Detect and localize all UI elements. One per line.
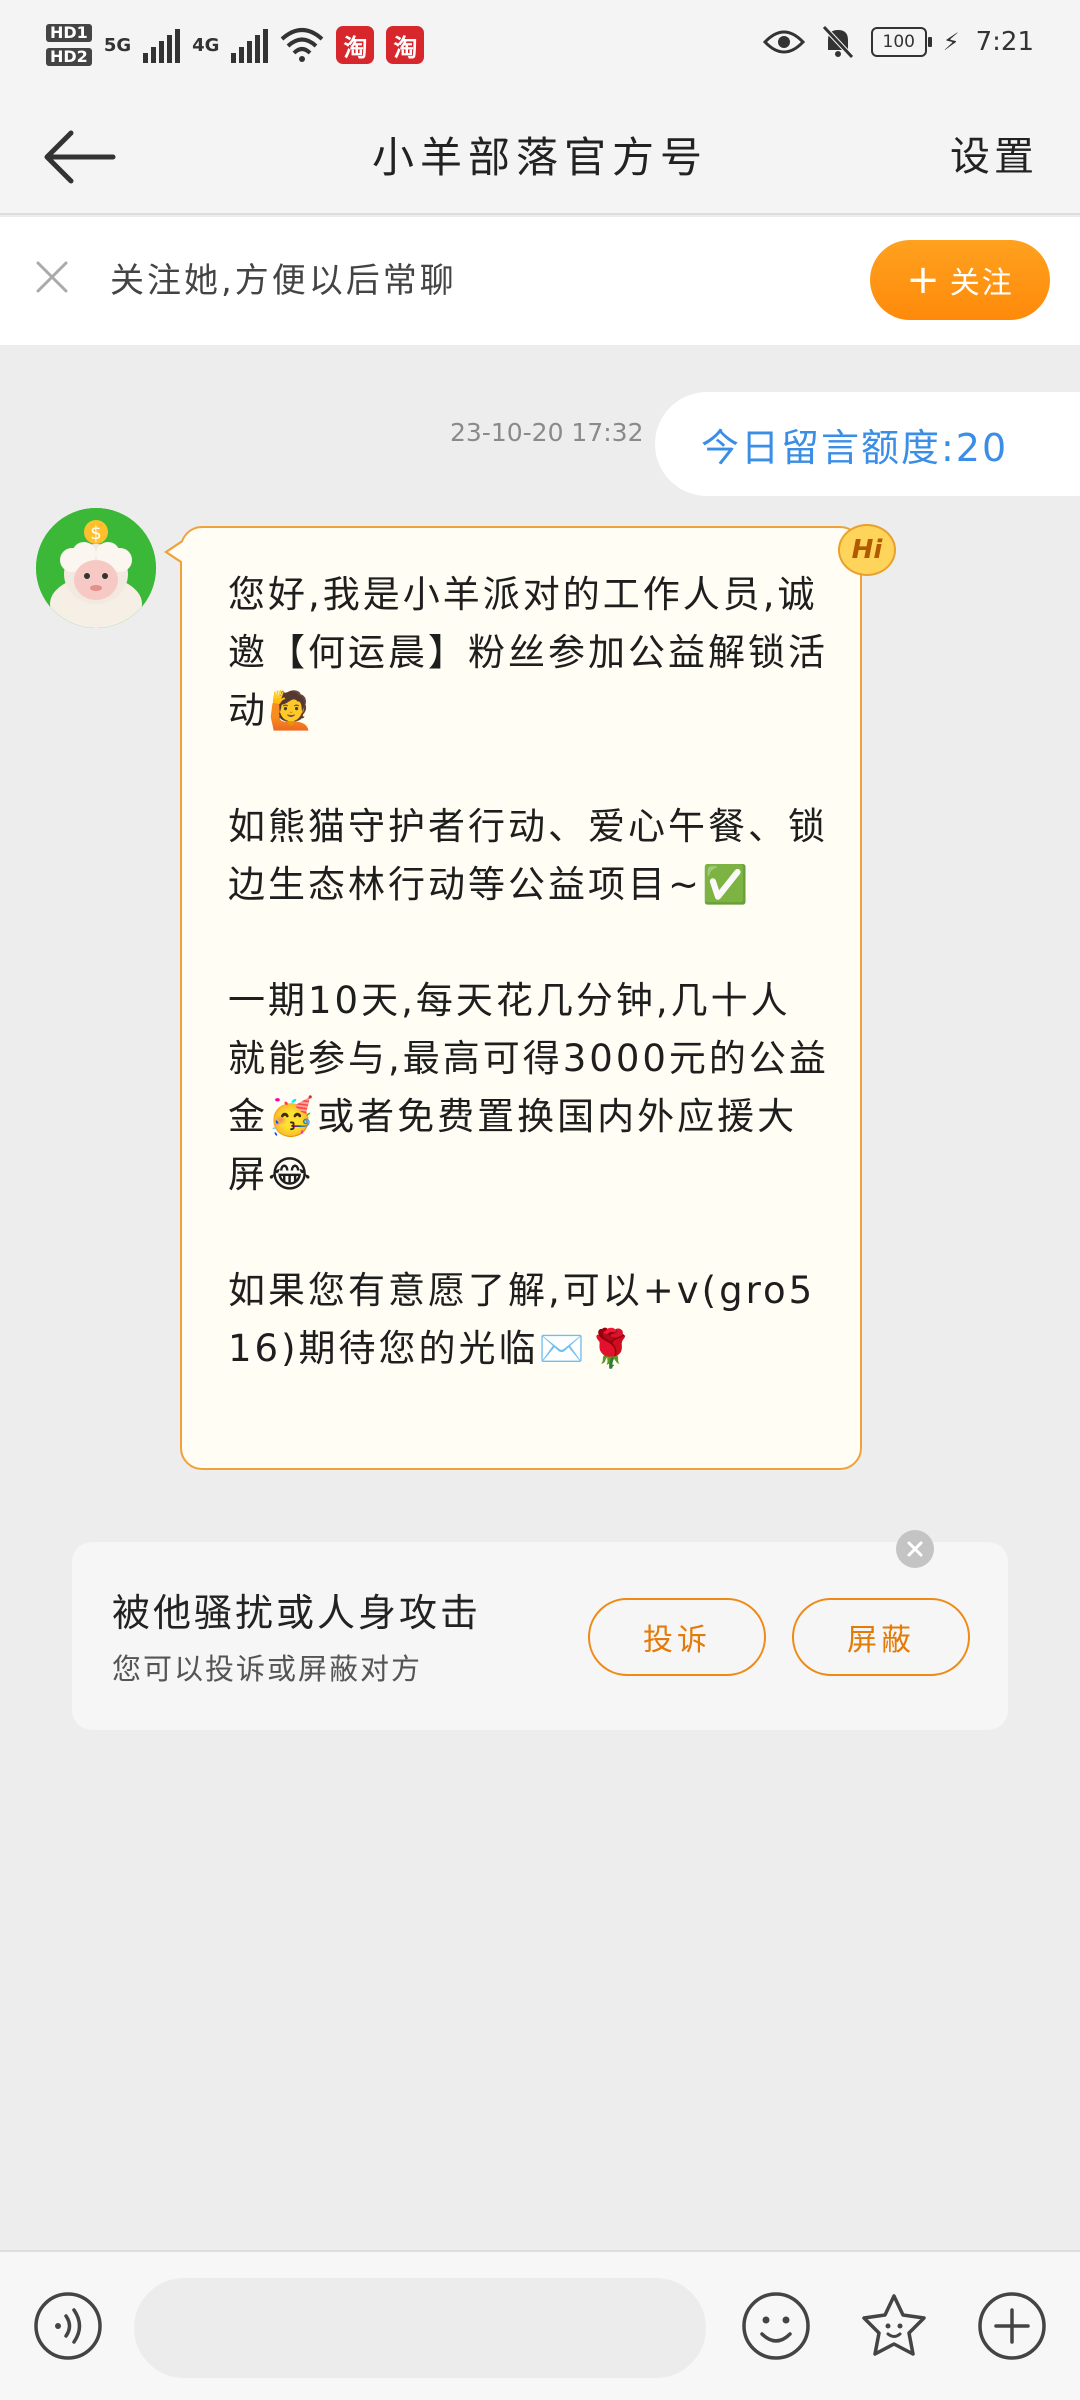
- message-input[interactable]: [134, 2278, 706, 2378]
- card-close-button[interactable]: [896, 1530, 934, 1568]
- harass-report-card: 被他骚扰或人身攻击 您可以投诉或屏蔽对方 投诉 屏蔽: [72, 1542, 1008, 1730]
- follow-prompt-text: 关注她,方便以后常聊: [110, 261, 457, 301]
- wifi-icon: [281, 28, 324, 62]
- taobao-app-icon: 淘: [336, 26, 375, 64]
- message-bubble: 您好,我是小羊派对的工作人员,诚邀【何运晨】粉丝参加公益解锁活动🙋 如熊猫守护者…: [164, 526, 862, 1470]
- sheep-avatar-image: $: [36, 508, 156, 628]
- signal-icon: [143, 27, 181, 63]
- hd-indicator: HD1 HD2: [46, 24, 92, 66]
- status-left: HD1 HD2 5G 4G 淘 淘: [46, 24, 425, 66]
- eye-icon: [762, 30, 805, 54]
- follow-button[interactable]: + 关注: [870, 240, 1050, 320]
- avatar[interactable]: $: [36, 508, 156, 628]
- message-paragraph: 您好,我是小羊派对的工作人员,诚邀【何运晨】粉丝参加公益解锁活动🙋: [228, 573, 828, 732]
- complain-button[interactable]: 投诉: [588, 1598, 766, 1676]
- message-paragraph: 如果您有意愿了解,可以+v(gro516)期待您的光临✉️🌹: [228, 1269, 816, 1370]
- follow-button-label: 关注: [949, 266, 1014, 301]
- hd1-badge: HD1: [46, 24, 92, 42]
- svg-text:$: $: [90, 523, 101, 544]
- nav-bar: 小羊部落官方号 设置: [0, 100, 1080, 215]
- battery-icon: 100: [870, 27, 932, 57]
- plus-icon: [978, 2292, 1046, 2360]
- message-timestamp: 23-10-20 17:32: [450, 418, 644, 447]
- smiley-icon: [742, 2292, 810, 2360]
- network-4g-label: 4G: [192, 34, 220, 56]
- banner-close-button[interactable]: [30, 255, 74, 299]
- message-paragraph: 一期10天,每天花几分钟,几十人就能参与,最高可得3000元的公益金🥳或者免费置…: [228, 979, 829, 1196]
- status-bar: HD1 HD2 5G 4G 淘 淘 100 ⚡ 7:21: [0, 0, 1080, 100]
- message-input-bar: [0, 2250, 1080, 2400]
- hi-badge: Hi: [838, 524, 896, 576]
- block-button[interactable]: 屏蔽: [792, 1598, 970, 1676]
- clock: 7:21: [975, 27, 1034, 57]
- harass-card-title: 被他骚扰或人身攻击: [112, 1591, 482, 1635]
- voice-button[interactable]: [32, 2290, 104, 2362]
- harass-card-subtitle: 您可以投诉或屏蔽对方: [112, 1652, 423, 1686]
- sticker-button[interactable]: [858, 2290, 930, 2362]
- quota-message-text: 今日留言额度:20: [701, 425, 1009, 470]
- settings-button[interactable]: 设置: [950, 100, 1038, 215]
- star-icon: [862, 2294, 926, 2356]
- bell-muted-icon: [821, 25, 854, 59]
- emoji-button[interactable]: [740, 2290, 812, 2362]
- network-5g-label: 5G: [103, 34, 132, 56]
- message-paragraph: 如熊猫守护者行动、爱心午餐、锁边生态林行动等公益项目~✅: [228, 805, 828, 906]
- charging-icon: ⚡: [942, 28, 960, 56]
- taobao-app-icon: 淘: [386, 26, 425, 64]
- quota-message-bubble: 今日留言额度:20: [655, 392, 1080, 496]
- close-icon: [36, 261, 68, 293]
- hd2-badge: HD2: [46, 48, 92, 66]
- voice-icon: [34, 2292, 102, 2360]
- plus-icon: +: [906, 257, 942, 303]
- more-button[interactable]: [976, 2290, 1048, 2362]
- signal-icon: [231, 27, 269, 63]
- close-icon: [907, 1541, 923, 1557]
- follow-banner: 关注她,方便以后常聊 + 关注: [0, 217, 1080, 345]
- page-title: 小羊部落官方号: [371, 133, 708, 182]
- status-right: 100 ⚡ 7:21: [762, 24, 1034, 60]
